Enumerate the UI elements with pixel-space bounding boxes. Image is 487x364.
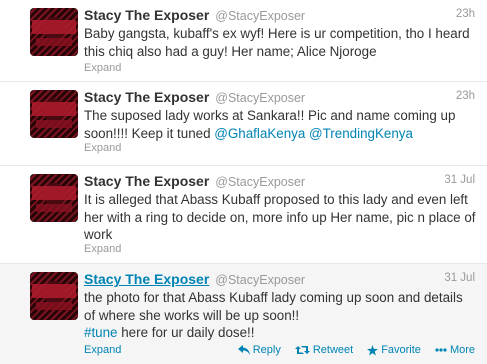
tweet-author[interactable]: Stacy The Exposer @StacyExposer (84, 7, 305, 23)
tweet-item[interactable]: Stacy The Exposer @StacyExposer 31 Jul th… (0, 264, 487, 364)
tweet-timestamp[interactable]: 23h (456, 8, 475, 20)
avatar[interactable] (30, 272, 78, 320)
tweet-actions: Reply Retweet Favorite More (237, 344, 475, 356)
tweet-timestamp[interactable]: 31 Jul (444, 174, 475, 186)
more-dots-icon (435, 348, 447, 352)
tweet-author[interactable]: Stacy The Exposer @StacyExposer (84, 173, 305, 189)
tweet-item[interactable]: Stacy The Exposer @StacyExposer 23h The s… (0, 82, 487, 166)
expand-link[interactable]: Expand (84, 243, 121, 255)
reply-label: Reply (252, 344, 281, 356)
avatar[interactable] (30, 8, 78, 56)
expand-link[interactable]: Expand (84, 344, 121, 356)
tweet-item[interactable]: Stacy The Exposer @StacyExposer 23h Baby … (0, 0, 487, 82)
retweet-button[interactable]: Retweet (294, 344, 354, 356)
reply-icon (237, 345, 250, 355)
mention-link[interactable]: @GhaflaKenya (214, 126, 305, 141)
tweet-text: It is alleged that Abass Kubaff proposed… (84, 192, 476, 242)
tweet-timestamp[interactable]: 31 Jul (444, 272, 475, 284)
author-name[interactable]: Stacy The Exposer (84, 271, 209, 287)
more-button[interactable]: More (435, 344, 475, 356)
author-handle[interactable]: @StacyExposer (215, 175, 305, 189)
tweet-timestamp[interactable]: 23h (456, 90, 475, 102)
tweet-text: the photo for that Abass Kubaff lady com… (84, 289, 477, 342)
retweet-icon (294, 346, 310, 354)
favorite-label: Favorite (381, 344, 421, 356)
author-handle[interactable]: @StacyExposer (215, 273, 305, 287)
expand-link[interactable]: Expand (84, 62, 121, 74)
author-name[interactable]: Stacy The Exposer (84, 7, 209, 23)
hashtag-link[interactable]: #tune (84, 325, 118, 340)
tweet-item[interactable]: Stacy The Exposer @StacyExposer 31 Jul It… (0, 166, 487, 264)
tweet-text-suffix: here for ur daily dose!! (117, 325, 255, 340)
mention-link[interactable]: @TrendingKenya (309, 126, 413, 141)
author-handle[interactable]: @StacyExposer (215, 91, 305, 105)
star-icon (367, 344, 379, 356)
author-name[interactable]: Stacy The Exposer (84, 173, 209, 189)
tweet-author[interactable]: Stacy The Exposer @StacyExposer (84, 271, 305, 287)
favorite-button[interactable]: Favorite (367, 344, 421, 356)
tweet-text: Baby gangsta, kubaff's ex wyf! Here is u… (84, 26, 470, 59)
avatar[interactable] (30, 174, 78, 222)
author-handle[interactable]: @StacyExposer (215, 9, 305, 23)
author-name[interactable]: Stacy The Exposer (84, 89, 209, 105)
more-label: More (449, 344, 475, 356)
tweet-text: The suposed lady works at Sankara!! Pic … (84, 107, 477, 142)
tweet-timeline: Stacy The Exposer @StacyExposer 23h Baby … (0, 0, 487, 364)
tweet-author[interactable]: Stacy The Exposer @StacyExposer (84, 89, 305, 105)
avatar[interactable] (30, 90, 78, 138)
reply-button[interactable]: Reply (237, 344, 281, 356)
retweet-label: Retweet (312, 344, 354, 356)
expand-link[interactable]: Expand (84, 142, 121, 154)
tweet-text-body: the photo for that Abass Kubaff lady com… (84, 290, 463, 323)
